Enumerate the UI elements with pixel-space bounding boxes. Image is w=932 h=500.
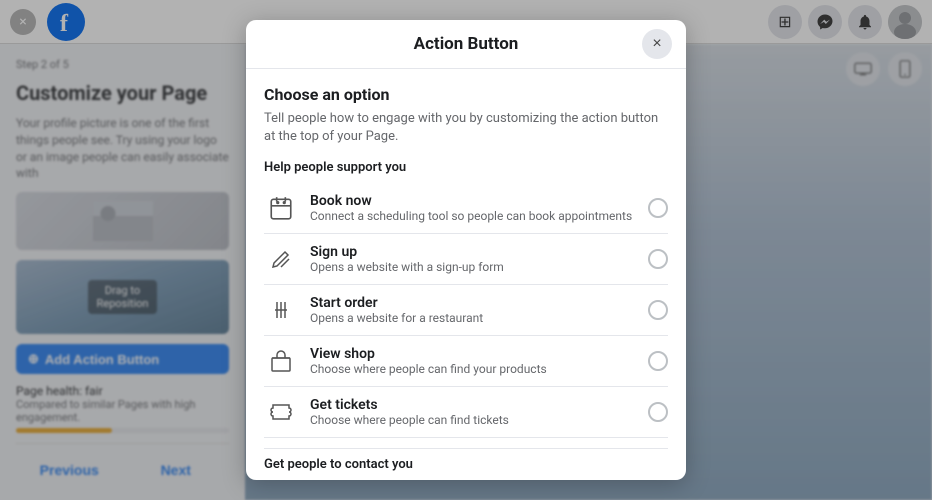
modal-overlay: Action Button × Choose an option Tell pe… [0,0,932,500]
start-order-text: Start order Opens a website for a restau… [310,295,636,325]
book-now-icon [264,191,298,225]
choose-desc: Tell people how to engage with you by cu… [264,110,668,146]
modal: Action Button × Choose an option Tell pe… [246,20,686,480]
book-now-radio[interactable] [648,198,668,218]
modal-header: Action Button × [246,20,686,69]
section1-label: Help people support you [264,160,668,175]
get-tickets-icon [264,395,298,429]
start-order-icon [264,293,298,327]
option-view-shop[interactable]: View shop Choose where people can find y… [264,336,668,387]
sign-up-name: Sign up [310,244,636,260]
option-start-order[interactable]: Start order Opens a website for a restau… [264,285,668,336]
start-order-radio[interactable] [648,300,668,320]
modal-title: Action Button [414,34,519,54]
option-sign-up[interactable]: Sign up Opens a website with a sign-up f… [264,234,668,285]
sign-up-radio[interactable] [648,249,668,269]
option-get-tickets[interactable]: Get tickets Choose where people can find… [264,387,668,438]
book-now-desc: Connect a scheduling tool so people can … [310,209,636,223]
start-order-desc: Opens a website for a restaurant [310,311,636,325]
view-shop-name: View shop [310,346,636,362]
get-tickets-name: Get tickets [310,397,636,413]
view-shop-text: View shop Choose where people can find y… [310,346,636,376]
close-icon: × [652,35,661,53]
view-shop-desc: Choose where people can find your produc… [310,362,636,376]
view-shop-radio[interactable] [648,351,668,371]
option-book-now[interactable]: Book now Connect a scheduling tool so pe… [264,183,668,234]
sign-up-text: Sign up Opens a website with a sign-up f… [310,244,636,274]
start-order-name: Start order [310,295,636,311]
get-tickets-radio[interactable] [648,402,668,422]
modal-close-button[interactable]: × [642,29,672,59]
get-tickets-desc: Choose where people can find tickets [310,413,636,427]
choose-title: Choose an option [264,85,668,104]
section-divider [264,448,668,449]
book-now-name: Book now [310,193,636,209]
sign-up-icon [264,242,298,276]
get-tickets-text: Get tickets Choose where people can find… [310,397,636,427]
section2-label: Get people to contact you [264,457,668,472]
sign-up-desc: Opens a website with a sign-up form [310,260,636,274]
modal-body[interactable]: Choose an option Tell people how to enga… [246,69,686,480]
book-now-text: Book now Connect a scheduling tool so pe… [310,193,636,223]
view-shop-icon [264,344,298,378]
